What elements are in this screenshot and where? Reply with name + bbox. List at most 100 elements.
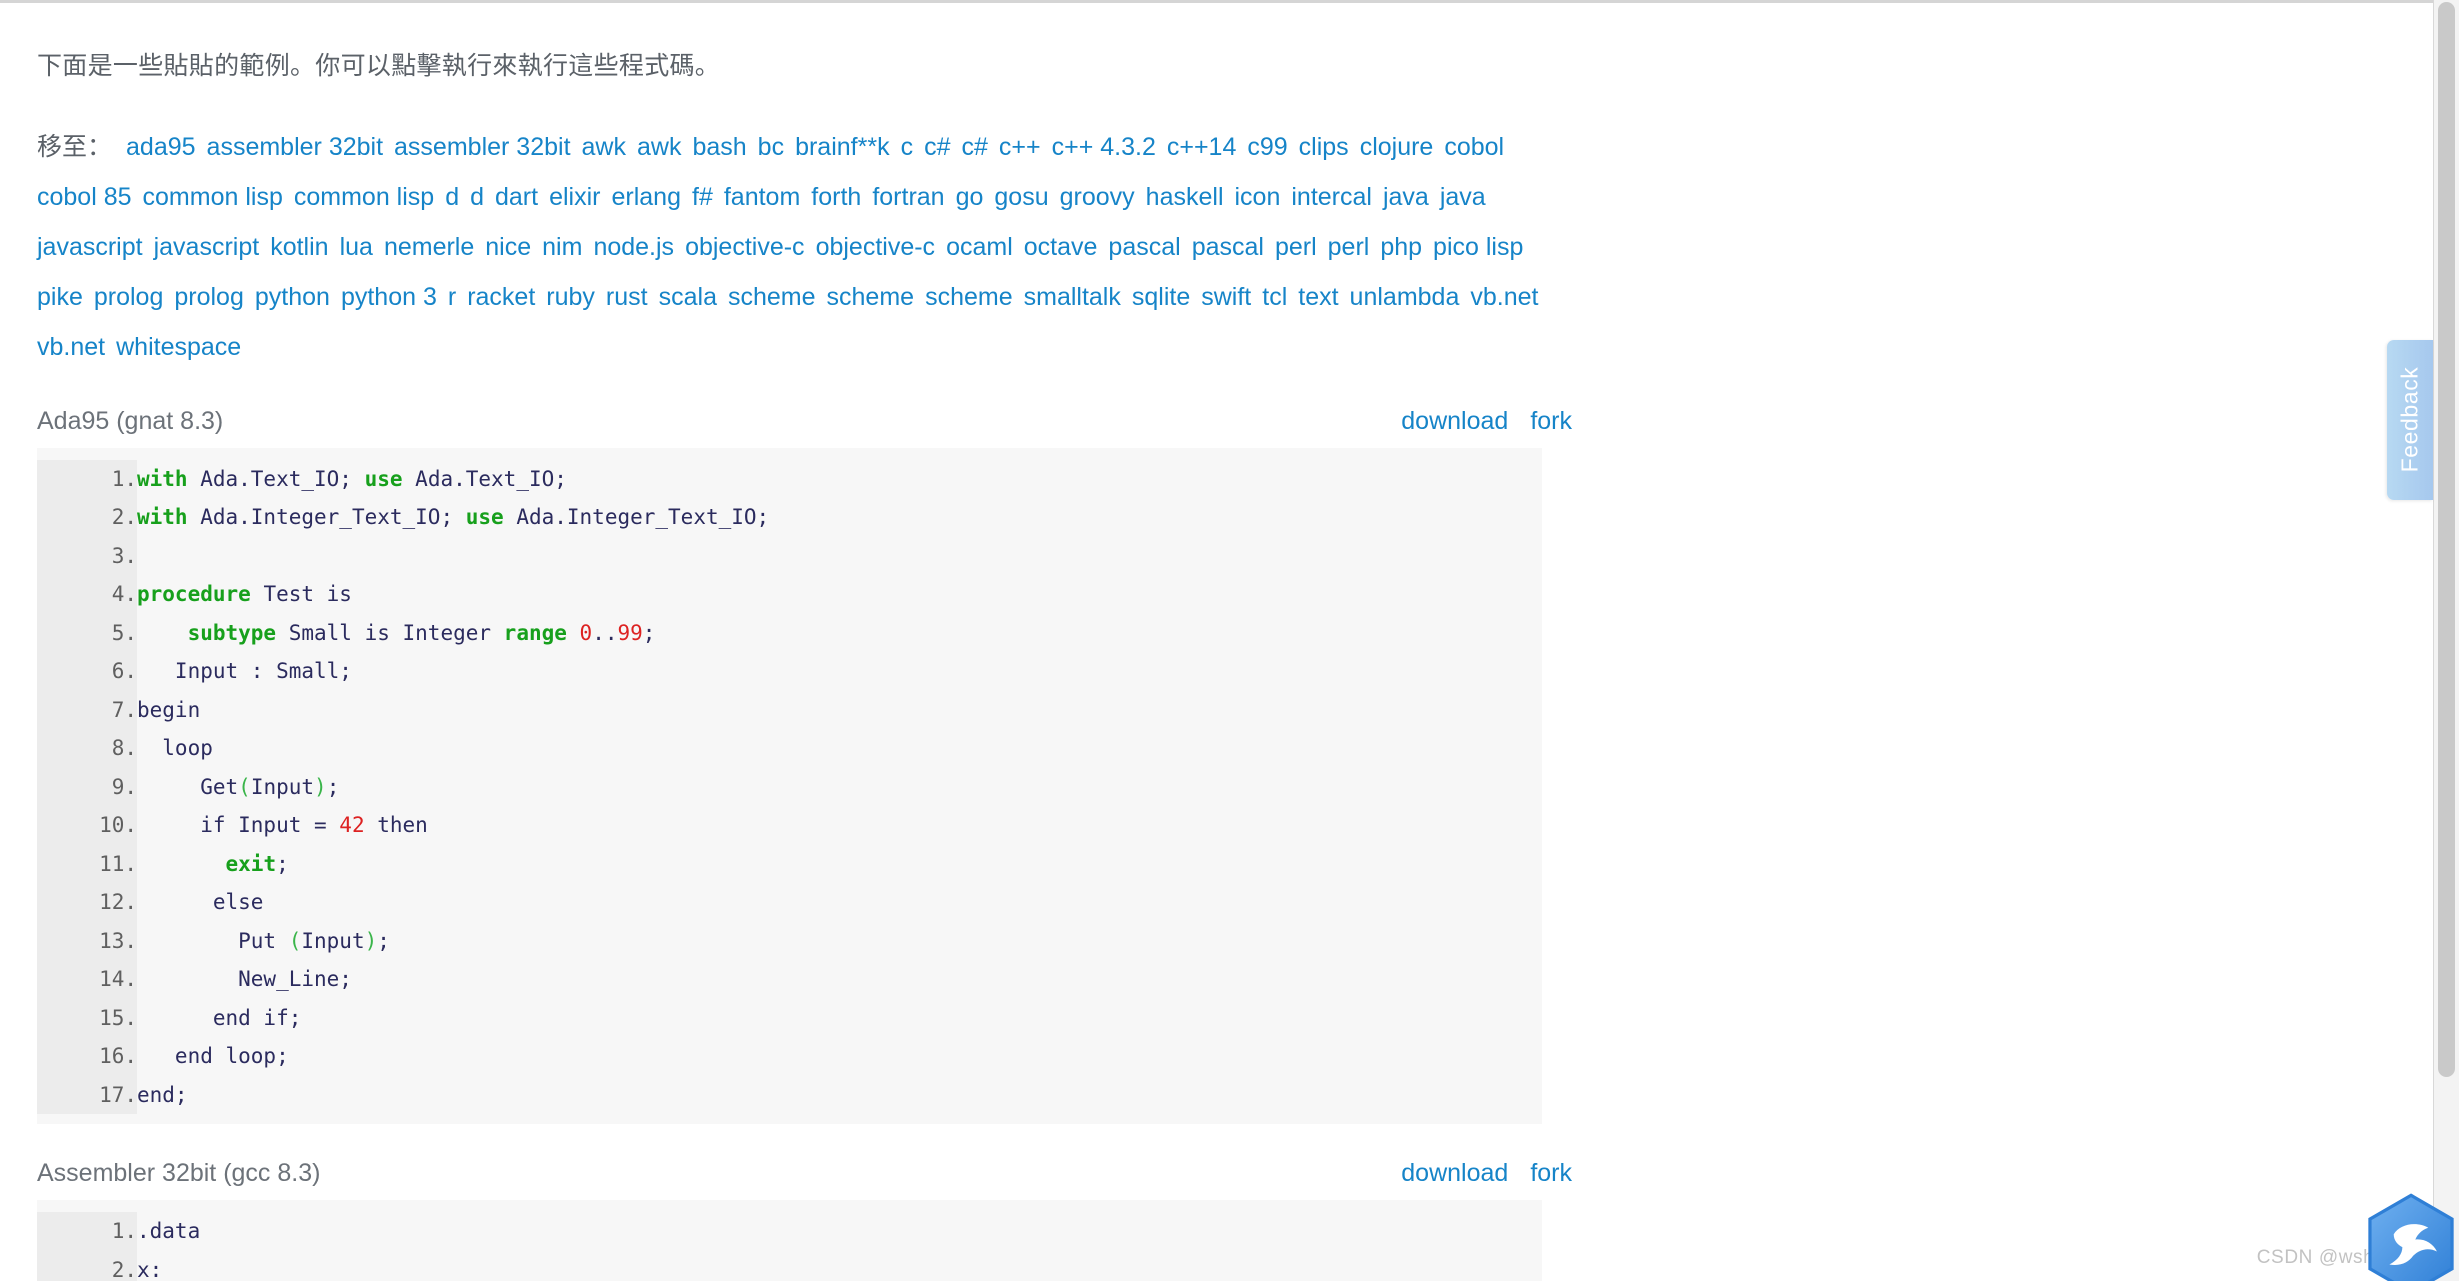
language-link[interactable]: pike [37,272,83,322]
language-link[interactable]: haskell [1146,172,1224,222]
language-link[interactable]: nice [485,222,531,272]
language-link[interactable]: vb.net [37,322,105,372]
code-text: loop [137,729,1542,768]
code-line: 16. end loop; [37,1037,1542,1076]
code-line: 9. Get(Input); [37,767,1542,806]
language-link[interactable]: assembler 32bit [394,122,570,172]
language-link[interactable]: d [470,172,484,222]
language-link[interactable]: tcl [1262,272,1287,322]
language-link[interactable]: clojure [1360,122,1434,172]
language-link[interactable]: common lisp [294,172,434,222]
code-line: 6. Input : Small; [37,652,1542,691]
language-link[interactable]: groovy [1060,172,1135,222]
fork-link[interactable]: fork [1530,407,1572,435]
language-link[interactable]: fortran [872,172,944,222]
download-link[interactable]: download [1401,407,1508,435]
language-link[interactable]: python [255,272,330,322]
language-link[interactable]: prolog [94,272,164,322]
language-link[interactable]: scheme [728,272,816,322]
language-link[interactable]: assembler 32bit [207,122,383,172]
language-link[interactable]: go [956,172,984,222]
language-link[interactable]: pico lisp [1433,222,1523,272]
language-link[interactable]: smalltalk [1024,272,1121,322]
language-link[interactable]: prolog [174,272,244,322]
language-link[interactable]: icon [1235,172,1281,222]
language-link[interactable]: c [901,122,914,172]
language-link[interactable]: swift [1201,272,1251,322]
code-token: Small is Integer [276,620,504,645]
language-link[interactable]: common lisp [143,172,283,222]
language-link[interactable]: bc [758,122,784,172]
language-link[interactable]: f# [692,172,713,222]
language-link[interactable]: perl [1275,222,1317,272]
code-token: ; [326,774,340,799]
language-link[interactable]: c# [961,122,987,172]
language-link[interactable]: clips [1299,122,1349,172]
code-token: Input [301,928,365,953]
language-link[interactable]: scheme [827,272,915,322]
language-link[interactable]: java [1440,172,1486,222]
language-link[interactable]: java [1383,172,1429,222]
language-link[interactable]: rust [606,272,648,322]
language-link[interactable]: python 3 [341,272,437,322]
language-link[interactable]: javascript [37,222,143,272]
page-scrollbar[interactable] [2433,0,2459,1281]
language-link[interactable]: c++ 4.3.2 [1052,122,1156,172]
language-link[interactable]: fantom [724,172,800,222]
language-link[interactable]: ada95 [126,122,196,172]
language-link[interactable]: sqlite [1132,272,1190,322]
language-link[interactable]: pascal [1192,222,1264,272]
language-link[interactable]: awk [582,122,626,172]
language-link[interactable]: c# [924,122,950,172]
language-link[interactable]: text [1298,272,1338,322]
language-link[interactable]: ocaml [946,222,1013,272]
language-link[interactable]: cobol [1444,122,1504,172]
language-link[interactable]: c99 [1247,122,1287,172]
language-link[interactable]: c++14 [1167,122,1237,172]
language-link[interactable]: objective-c [685,222,805,272]
language-link[interactable]: elixir [549,172,600,222]
language-link[interactable]: c++ [999,122,1041,172]
language-link[interactable]: r [448,272,456,322]
language-link[interactable]: objective-c [816,222,936,272]
language-link[interactable]: brainf**k [795,122,890,172]
code-token: exit [225,851,277,876]
language-link[interactable]: perl [1328,222,1370,272]
language-link[interactable]: bash [692,122,746,172]
code-block[interactable]: 1. .data 2. x: [37,1200,1542,1281]
language-link[interactable]: dart [495,172,538,222]
code-text: end loop; [137,1037,1542,1076]
language-link[interactable]: node.js [593,222,674,272]
language-link[interactable]: intercal [1291,172,1372,222]
language-link[interactable]: whitespace [116,322,241,372]
code-block[interactable]: 1. with Ada.Text_IO; use Ada.Text_IO; 2. wi… [37,447,1542,1124]
feedback-tab[interactable]: Feedback [2387,340,2433,500]
language-link[interactable]: unlambda [1350,272,1460,322]
language-link[interactable]: gosu [994,172,1048,222]
code-token: loop [137,736,213,760]
language-link[interactable]: octave [1024,222,1098,272]
page-scrollbar-thumb[interactable] [2438,2,2455,1077]
language-link[interactable]: scala [659,272,717,322]
language-link[interactable]: pascal [1108,222,1180,272]
language-link[interactable]: vb.net [1470,272,1538,322]
language-link[interactable]: nemerle [384,222,474,272]
code-text: Input : Small; [137,652,1542,691]
language-link[interactable]: racket [467,272,535,322]
language-link[interactable]: javascript [154,222,260,272]
language-link[interactable]: cobol 85 [37,172,132,222]
language-link[interactable]: erlang [612,172,682,222]
snippet-actions: download fork [1379,400,1572,450]
language-link[interactable]: nim [542,222,582,272]
language-link[interactable]: php [1380,222,1422,272]
download-link[interactable]: download [1401,1159,1508,1187]
fork-link[interactable]: fork [1530,1159,1572,1187]
language-link[interactable]: lua [340,222,373,272]
language-link[interactable]: scheme [925,272,1013,322]
language-link[interactable]: kotlin [270,222,328,272]
code-token: Ada.Integer_Text_IO; [187,505,466,529]
language-link[interactable]: d [445,172,459,222]
language-link[interactable]: ruby [546,272,595,322]
language-link[interactable]: awk [637,122,681,172]
language-link[interactable]: forth [811,172,861,222]
